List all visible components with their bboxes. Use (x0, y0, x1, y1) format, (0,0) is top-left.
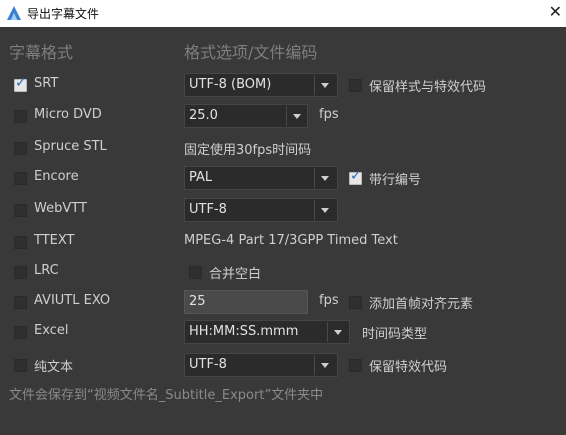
row-excel: Excel HH:MM:SS.mmm 时间码类型 (0, 319, 566, 345)
chevron-down-icon (321, 208, 329, 213)
microdvd-fps-select[interactable]: 25.0 (184, 104, 308, 128)
chevron-down-icon (334, 330, 342, 335)
options-column-header: 格式选项/文件编码 (184, 43, 318, 62)
encore-standard-select[interactable]: PAL (184, 166, 338, 190)
aviutl-label: AVIUTL EXO (34, 293, 111, 308)
combo-separator (327, 322, 328, 342)
srt-encoding-select[interactable]: UTF-8 (BOM) (184, 73, 338, 97)
combo-separator (314, 355, 315, 375)
row-plain-text: 纯文本 UTF-8 保留特效代码 (0, 352, 566, 378)
row-lrc: LRC 合并空白 (0, 259, 566, 285)
microdvd-label: Micro DVD (34, 107, 102, 122)
row-webvtt: WebVTT UTF-8 (0, 197, 566, 223)
aviutl-checkbox[interactable] (14, 296, 27, 309)
lrc-label: LRC (34, 263, 59, 278)
aviutl-fps-unit: fps (319, 293, 339, 308)
close-icon[interactable]: ✕ (549, 2, 562, 21)
aviutl-first-frame-label: 添加首帧对齐元素 (369, 297, 474, 312)
encore-standard-value: PAL (189, 170, 213, 185)
ttext-note: MPEG-4 Part 17/3GPP Timed Text (184, 233, 398, 248)
webvtt-checkbox[interactable] (14, 204, 27, 217)
aegisub-logo-icon (7, 6, 21, 20)
aviutl-fps-value: 25 (189, 294, 206, 309)
plain-text-keep-effects-checkbox[interactable] (349, 359, 362, 372)
row-microdvd: Micro DVD 25.0 fps (0, 103, 566, 129)
plain-text-checkbox[interactable] (14, 359, 27, 372)
excel-checkbox[interactable] (14, 326, 27, 339)
aviutl-fps-input[interactable]: 25 (184, 290, 308, 314)
chevron-down-icon (293, 114, 301, 119)
encore-line-number-label: 带行编号 (369, 173, 422, 188)
encore-label: Encore (34, 169, 79, 184)
window-title: 导出字幕文件 (27, 7, 100, 21)
row-srt: SRT UTF-8 (BOM) 保留样式与特效代码 (0, 72, 566, 98)
srt-keep-style-checkbox[interactable] (349, 79, 362, 92)
encore-checkbox[interactable] (14, 172, 27, 185)
row-spruce: Spruce STL 固定使用30fps时间码 (0, 135, 566, 161)
microdvd-fps-unit: fps (319, 107, 339, 122)
excel-timecode-select[interactable]: HH:MM:SS.mmm (184, 320, 350, 344)
lrc-merge-blank-checkbox[interactable] (189, 266, 202, 279)
row-encore: Encore PAL 带行编号 (0, 165, 566, 191)
combo-separator (314, 168, 315, 188)
microdvd-checkbox[interactable] (14, 110, 27, 123)
title-bar: 导出字幕文件 ✕ (0, 0, 566, 27)
row-ttext: TTEXT MPEG-4 Part 17/3GPP Timed Text (0, 229, 566, 255)
combo-separator (314, 200, 315, 220)
format-column-header: 字幕格式 (9, 43, 74, 62)
spruce-checkbox[interactable] (14, 142, 27, 155)
srt-encoding-value: UTF-8 (BOM) (189, 77, 272, 92)
srt-keep-style-label: 保留样式与特效代码 (369, 80, 487, 95)
webvtt-encoding-value: UTF-8 (189, 202, 227, 217)
lrc-merge-blank-label: 合并空白 (209, 267, 262, 282)
combo-separator (286, 106, 287, 126)
plain-text-encoding-value: UTF-8 (189, 357, 227, 372)
plain-text-keep-effects-label: 保留特效代码 (369, 360, 448, 375)
spruce-note: 固定使用30fps时间码 (184, 143, 312, 158)
srt-label: SRT (34, 76, 59, 91)
ttext-checkbox[interactable] (14, 236, 27, 249)
excel-timecode-type-label: 时间码类型 (362, 327, 428, 342)
webvtt-encoding-select[interactable]: UTF-8 (184, 198, 338, 222)
save-location-note: 文件会保存到“视频文件名_Subtitle_Export”文件夹中 (9, 388, 324, 403)
spruce-label: Spruce STL (34, 139, 107, 154)
aviutl-first-frame-checkbox[interactable] (349, 296, 362, 309)
webvtt-label: WebVTT (34, 201, 87, 216)
microdvd-fps-value: 25.0 (189, 108, 218, 123)
excel-label: Excel (34, 323, 69, 338)
excel-timecode-value: HH:MM:SS.mmm (189, 324, 299, 339)
ttext-label: TTEXT (34, 233, 75, 248)
chevron-down-icon (321, 83, 329, 88)
plain-text-encoding-select[interactable]: UTF-8 (184, 353, 338, 377)
encore-line-number-checkbox[interactable] (349, 168, 362, 185)
plain-text-label: 纯文本 (34, 360, 74, 375)
row-aviutl: AVIUTL EXO 25 fps 添加首帧对齐元素 (0, 289, 566, 315)
chevron-down-icon (321, 363, 329, 368)
srt-checkbox[interactable] (14, 75, 27, 92)
combo-separator (314, 75, 315, 95)
chevron-down-icon (321, 176, 329, 181)
lrc-checkbox[interactable] (14, 266, 27, 279)
